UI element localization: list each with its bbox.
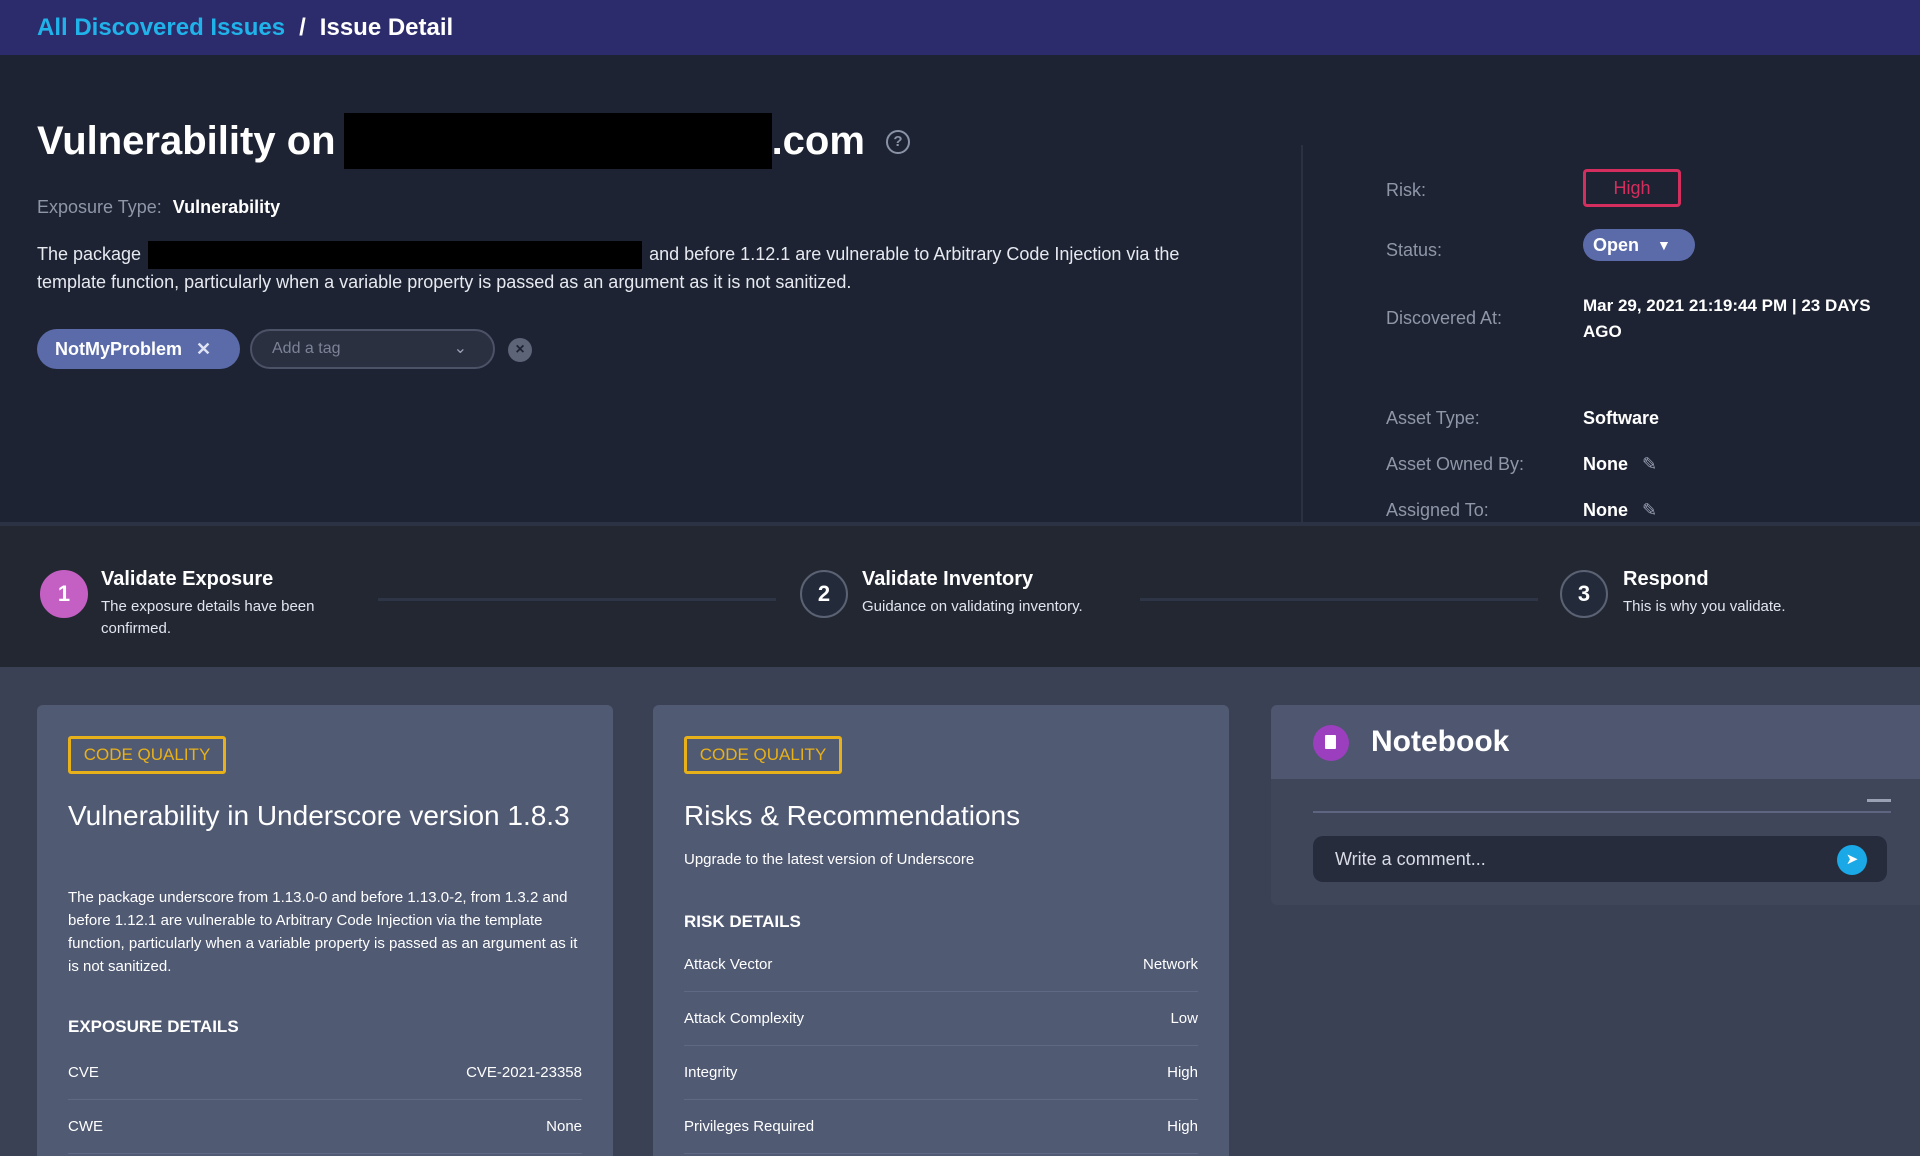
edit-pencil-icon[interactable]: ✎ [1642, 500, 1657, 521]
status-value: Open [1593, 234, 1640, 255]
assigned-label: Assigned To: [1386, 500, 1489, 520]
breadcrumb: All Discovered Issues / Issue Detail [0, 0, 1920, 55]
asset-owned-label: Asset Owned By: [1386, 454, 1525, 474]
asset-owned-field: None ✎ [1583, 454, 1657, 475]
asset-type-label: Asset Type: [1386, 408, 1480, 428]
detail-row: CWE None [68, 1100, 582, 1154]
step-2-circle[interactable]: 2 [800, 570, 848, 618]
detail-value: Low [1170, 1010, 1198, 1027]
breadcrumb-link-all-issues[interactable]: All Discovered Issues [37, 14, 285, 42]
tag-label: NotMyProblem [55, 338, 183, 359]
notebook-icon [1313, 725, 1349, 761]
issue-description: The package and before 1.12.1 are vulner… [37, 241, 1237, 295]
asset-owned-value: None [1583, 454, 1628, 474]
step-1-title[interactable]: Validate Exposure [101, 568, 273, 591]
add-tag-placeholder: Add a tag [272, 340, 341, 357]
code-quality-badge: CODE QUALITY [68, 736, 226, 774]
chevron-down-icon: ▼ [1657, 237, 1671, 253]
page-title: Vulnerability on .com [37, 111, 865, 171]
detail-key: CWE [68, 1118, 103, 1135]
remove-tag-icon[interactable]: ✕ [196, 339, 211, 360]
detail-row: Privileges Required High [684, 1100, 1198, 1154]
detail-key: Attack Vector [684, 956, 773, 973]
detail-row: Attack Vector Network [684, 938, 1198, 992]
exposure-type-value: Vulnerability [172, 197, 281, 217]
detail-value: High [1167, 1118, 1198, 1135]
detail-value: High [1167, 1064, 1198, 1081]
chevron-down-icon: ⌄ [453, 340, 467, 357]
notebook-panel: Notebook Write a comment... ➤ [1271, 705, 1920, 905]
tag-chip[interactable]: NotMyProblem ✕ [37, 329, 240, 369]
risk-badge: High [1583, 169, 1681, 207]
vulnerability-card: CODE QUALITY Vulnerability in Underscore… [37, 705, 613, 1156]
notebook-title: Notebook [1371, 725, 1510, 758]
detail-key: Integrity [684, 1064, 738, 1081]
detail-value: CVE-2021-23358 [466, 1064, 582, 1081]
workflow-stepper [0, 522, 1920, 667]
breadcrumb-separator: / [299, 13, 306, 41]
send-icon[interactable]: ➤ [1837, 845, 1867, 875]
help-icon[interactable]: ? [886, 130, 910, 154]
status-label: Status: [1386, 240, 1443, 260]
step-3-title[interactable]: Respond [1623, 568, 1709, 591]
discovered-label: Discovered At: [1386, 308, 1503, 328]
minimize-icon[interactable] [1867, 799, 1891, 802]
status-dropdown[interactable]: Open ▼ [1583, 229, 1695, 261]
exposure-type-label: Exposure Type: [37, 197, 162, 217]
description-start: The package [37, 244, 142, 264]
discovered-value: Mar 29, 2021 21:19:44 PM | 23 DAYS AGO [1583, 296, 1871, 341]
detail-row: Attack Complexity Low [684, 992, 1198, 1046]
step-2-subtitle: Guidance on validating inventory. [862, 598, 1083, 615]
code-quality-badge: CODE QUALITY [684, 736, 842, 774]
redacted-package [148, 241, 643, 270]
assigned-value: None [1583, 500, 1628, 520]
page-title-suffix: .com [771, 118, 865, 163]
exposure-details-heading: EXPOSURE DETAILS [68, 1017, 239, 1036]
notebook-header: Notebook [1271, 705, 1920, 779]
step-3-subtitle: This is why you validate. [1623, 598, 1786, 615]
card-title: Vulnerability in Underscore version 1.8.… [68, 800, 570, 831]
step-connector [378, 598, 776, 601]
step-2-title[interactable]: Validate Inventory [862, 568, 1033, 591]
edit-pencil-icon[interactable]: ✎ [1642, 454, 1657, 475]
issue-header: Vulnerability on .com ? Exposure Type: V… [0, 55, 1920, 545]
detail-row: Integrity High [684, 1046, 1198, 1100]
risk-details-heading: RISK DETAILS [684, 912, 801, 931]
step-1-circle[interactable]: 1 [40, 570, 88, 618]
assigned-field: None ✎ [1583, 500, 1657, 521]
step-3-circle[interactable]: 3 [1560, 570, 1608, 618]
detail-value: Network [1142, 956, 1198, 973]
risks-card: CODE QUALITY Risks & Recommendations Upg… [653, 705, 1229, 1156]
page-title-prefix: Vulnerability on [37, 118, 336, 163]
card-body: The package underscore from 1.13.0-0 and… [68, 889, 578, 975]
detail-row: CVE CVE-2021-23358 [68, 1046, 582, 1100]
detail-key: Privileges Required [684, 1118, 815, 1135]
detail-value: None [546, 1118, 582, 1135]
clear-tags-icon[interactable]: × [508, 338, 532, 362]
breadcrumb-current: Issue Detail [319, 13, 454, 41]
risk-label: Risk: [1386, 180, 1426, 200]
card-title: Risks & Recommendations [684, 800, 1021, 831]
comment-placeholder: Write a comment... [1335, 848, 1486, 869]
asset-type-value: Software [1583, 408, 1660, 428]
notebook-divider [1313, 811, 1891, 813]
detail-key: CVE [68, 1064, 99, 1081]
detail-key: Attack Complexity [684, 1010, 805, 1027]
redacted-domain [343, 113, 772, 169]
card-body: Upgrade to the latest version of Undersc… [684, 851, 975, 868]
step-1-subtitle: The exposure details have been confirmed… [101, 598, 315, 637]
header-divider [1301, 145, 1303, 545]
comment-input[interactable]: Write a comment... ➤ [1313, 836, 1887, 882]
add-tag-select[interactable]: Add a tag ⌄ [250, 329, 495, 369]
step-connector [1140, 598, 1538, 601]
exposure-type: Exposure Type: Vulnerability [37, 197, 280, 218]
